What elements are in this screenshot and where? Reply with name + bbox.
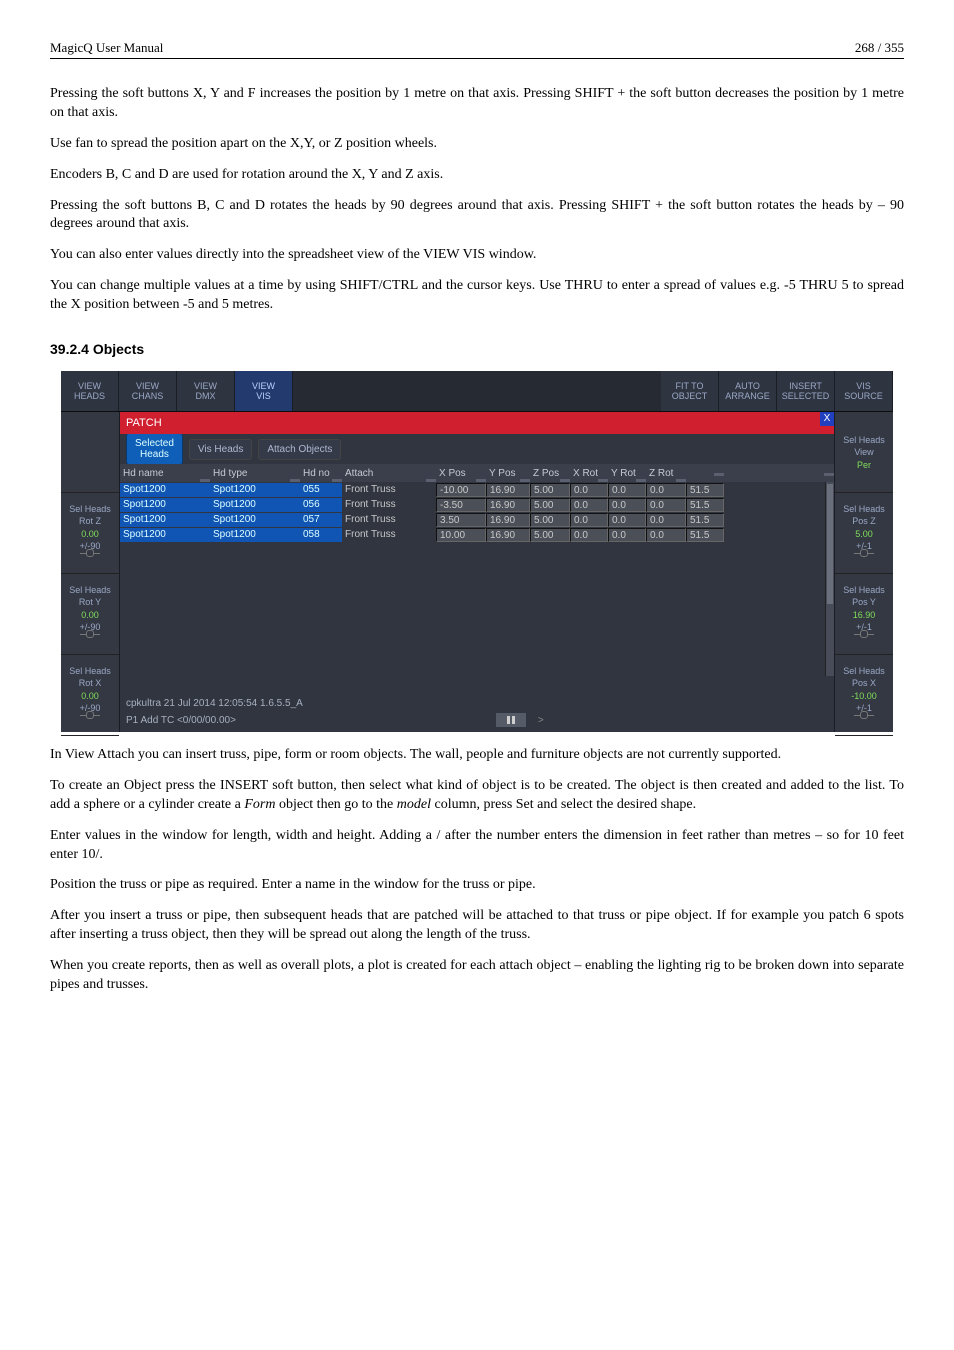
btn-view-heads[interactable]: VIEW HEADS [61, 371, 119, 411]
btn-fit-to-object[interactable]: FIT TO OBJECT [661, 371, 719, 411]
para-c: Enter values in the window for length, w… [50, 827, 904, 865]
para-3: Encoders B, C and D are used for rotatio… [50, 166, 904, 185]
enc-view[interactable]: Sel Heads View Per [835, 412, 893, 493]
chip-selected-heads[interactable]: Selected Heads [126, 433, 183, 465]
btn-vis-source[interactable]: VIS SOURCE [835, 371, 893, 411]
para-5: You can also enter values directly into … [50, 246, 904, 265]
enc-pos-z[interactable]: Sel Heads Pos Z 5.00 +/-1 [835, 493, 893, 574]
btn-insert-selected[interactable]: INSERT SELECTED [777, 371, 835, 411]
col-xpos: X Pos [436, 468, 486, 479]
table-row[interactable]: Spot1200Spot1200056Front Truss-3.5016.90… [120, 497, 834, 512]
para-1: Pressing the soft buttons X, Y and F inc… [50, 85, 904, 123]
encoder-icon [80, 715, 100, 724]
close-icon[interactable]: X [820, 412, 834, 426]
table-row[interactable]: Spot1200Spot1200055Front Truss-10.0016.9… [120, 482, 834, 497]
screenshot-view-vis: VIEW HEADS VIEW CHANS VIEW DMX VIEW VIS … [61, 371, 893, 732]
right-encoder-column: Sel Heads View Per Sel Heads Pos Z 5.00 … [834, 412, 893, 732]
encoder-icon [854, 553, 874, 562]
main-grid-area: PATCH X Selected Heads Vis Heads Attach … [120, 412, 834, 732]
enc-blank-top-left [61, 412, 119, 493]
chip-vis-heads[interactable]: Vis Heads [189, 439, 252, 460]
top-softbutton-bar: VIEW HEADS VIEW CHANS VIEW DMX VIEW VIS … [61, 371, 893, 412]
encoder-icon [854, 634, 874, 643]
enc-pos-y[interactable]: Sel Heads Pos Y 16.90 +/-1 [835, 574, 893, 655]
enc-rot-y[interactable]: Sel Heads Rot Y 0.00 +/-90 [61, 574, 119, 655]
btn-view-chans[interactable]: VIEW CHANS [119, 371, 177, 411]
para-4: Pressing the soft buttons B, C and D rot… [50, 197, 904, 235]
para-e: After you insert a truss or pipe, then s… [50, 907, 904, 945]
header-left: MagicQ User Manual [50, 40, 163, 56]
para-a: In View Attach you can insert truss, pip… [50, 746, 904, 765]
chip-attach-objects[interactable]: Attach Objects [258, 439, 341, 460]
para-d: Position the truss or pipe as required. … [50, 876, 904, 895]
enc-pos-x[interactable]: Sel Heads Pos X -10.00 +/-1 [835, 655, 893, 736]
scrollbar-vertical[interactable] [825, 482, 834, 676]
header-right: 268 / 355 [855, 40, 904, 56]
btn-view-vis[interactable]: VIEW VIS [235, 371, 293, 411]
encoder-icon [854, 715, 874, 724]
command-line[interactable]: P1 Add TC <0/00/00.00> [126, 715, 236, 726]
btn-auto-arrange[interactable]: AUTO ARRANGE [719, 371, 777, 411]
col-yrot: Y Rot [608, 468, 646, 479]
col-attach: Attach [342, 468, 436, 479]
left-encoder-column: Sel Heads Rot Z 0.00 +/-90 Sel Heads Rot… [61, 412, 120, 732]
btn-spacer [293, 371, 661, 411]
para-f: When you create reports, then as well as… [50, 957, 904, 995]
col-hdno: Hd no [300, 468, 342, 479]
enc-rot-x[interactable]: Sel Heads Rot X 0.00 +/-90 [61, 655, 119, 736]
encoder-icon [80, 634, 100, 643]
table-row[interactable]: Spot1200Spot1200058Front Truss10.0016.90… [120, 527, 834, 542]
status-text: cpkultra 21 Jul 2014 12:05:54 1.6.5.5_A [126, 698, 303, 709]
window-title: PATCH [126, 417, 162, 429]
grid-body[interactable]: Spot1200Spot1200055Front Truss-10.0016.9… [120, 482, 834, 694]
col-xrot: X Rot [570, 468, 608, 479]
btn-view-dmx[interactable]: VIEW DMX [177, 371, 235, 411]
view-tabs: Selected Heads Vis Heads Attach Objects [120, 434, 834, 464]
prompt-sep: > [538, 715, 544, 726]
pause-icon[interactable] [496, 713, 526, 727]
para-6: You can change multiple values at a time… [50, 277, 904, 315]
grid-header: Hd name Hd type Hd no Attach X Pos Y Pos… [120, 464, 834, 482]
enc-rot-z[interactable]: Sel Heads Rot Z 0.00 +/-90 [61, 493, 119, 574]
table-row[interactable]: Spot1200Spot1200057Front Truss3.5016.905… [120, 512, 834, 527]
section-title: 39.2.4 Objects [50, 341, 904, 357]
window-title-bar: PATCH X [120, 412, 834, 434]
encoder-icon [80, 553, 100, 562]
para-2: Use fan to spread the position apart on … [50, 135, 904, 154]
col-ypos: Y Pos [486, 468, 530, 479]
para-b: To create an Object press the INSERT sof… [50, 777, 904, 815]
col-hdname: Hd name [120, 468, 210, 479]
col-zpos: Z Pos [530, 468, 570, 479]
col-hdtype: Hd type [210, 468, 300, 479]
col-zrot: Z Rot [646, 468, 686, 479]
